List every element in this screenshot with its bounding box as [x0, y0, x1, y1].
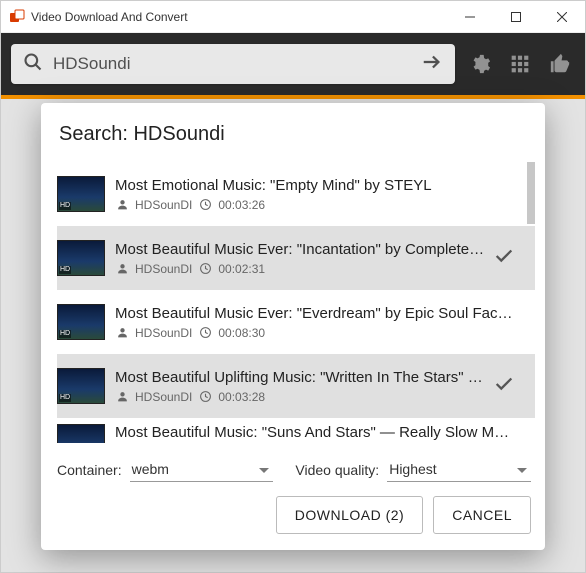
search-dialog: Search: HDSoundi HD Most Emotional Music…: [41, 103, 545, 550]
item-title: Most Beautiful Music: "Suns And Stars" —…: [115, 424, 515, 441]
app-icon: [9, 9, 25, 25]
results-list: HD Most Emotional Music: "Empty Mind" by…: [57, 162, 535, 443]
container-label: Container:: [57, 462, 122, 478]
video-thumbnail: HD: [57, 304, 105, 340]
quality-label: Video quality:: [295, 462, 379, 478]
container-select[interactable]: webm: [130, 457, 274, 482]
item-title: Most Emotional Music: "Empty Mind" by ST…: [115, 177, 515, 194]
item-channel: HDSounDI: [135, 390, 192, 404]
window-title: Video Download And Convert: [31, 10, 447, 24]
check-icon: [493, 373, 515, 400]
video-thumbnail: HD: [57, 368, 105, 404]
list-item[interactable]: HD Most Beautiful Music Ever: "Incantati…: [57, 226, 535, 290]
item-duration: 00:08:30: [218, 326, 265, 340]
person-icon: [115, 390, 129, 404]
scrollbar-thumb[interactable]: [527, 162, 535, 224]
item-title: Most Beautiful Music Ever: "Everdream" b…: [115, 305, 515, 322]
item-channel: HDSounDI: [135, 326, 192, 340]
options-row: Container: webm Video quality: Highest: [57, 443, 535, 496]
maximize-button[interactable]: [493, 1, 539, 33]
list-item[interactable]: HD Most Emotional Music: "Empty Mind" by…: [57, 162, 535, 226]
video-thumbnail: HD: [57, 424, 105, 443]
person-icon: [115, 262, 129, 276]
close-button[interactable]: [539, 1, 585, 33]
download-button[interactable]: DOWNLOAD (2): [276, 496, 423, 534]
dialog-buttons: DOWNLOAD (2) CANCEL: [57, 496, 535, 534]
item-duration: 00:02:31: [218, 262, 265, 276]
clock-icon: [198, 390, 212, 404]
list-item[interactable]: HD Most Beautiful Uplifting Music: "Writ…: [57, 354, 535, 418]
dialog-title: Search: HDSoundi: [57, 123, 535, 146]
clock-icon: [198, 326, 212, 340]
minimize-button[interactable]: [447, 1, 493, 33]
cancel-button[interactable]: CANCEL: [433, 496, 531, 534]
item-duration: 00:03:28: [218, 390, 265, 404]
scrollbar[interactable]: [527, 162, 535, 443]
modal-overlay: Search: HDSoundi HD Most Emotional Music…: [1, 33, 585, 572]
item-title: Most Beautiful Music Ever: "Incantation"…: [115, 241, 485, 258]
video-thumbnail: HD: [57, 176, 105, 212]
person-icon: [115, 326, 129, 340]
list-item[interactable]: HD Most Beautiful Music Ever: "Everdream…: [57, 290, 535, 354]
check-icon: [493, 245, 515, 272]
person-icon: [115, 198, 129, 212]
clock-icon: [198, 198, 212, 212]
item-channel: HDSounDI: [135, 198, 192, 212]
video-thumbnail: HD: [57, 240, 105, 276]
item-channel: HDSounDI: [135, 262, 192, 276]
clock-icon: [198, 262, 212, 276]
quality-select[interactable]: Highest: [387, 457, 531, 482]
item-duration: 00:03:26: [218, 198, 265, 212]
titlebar: Video Download And Convert: [1, 1, 585, 33]
list-item[interactable]: HD Most Beautiful Music: "Suns And Stars…: [57, 418, 535, 443]
item-title: Most Beautiful Uplifting Music: "Written…: [115, 369, 485, 386]
